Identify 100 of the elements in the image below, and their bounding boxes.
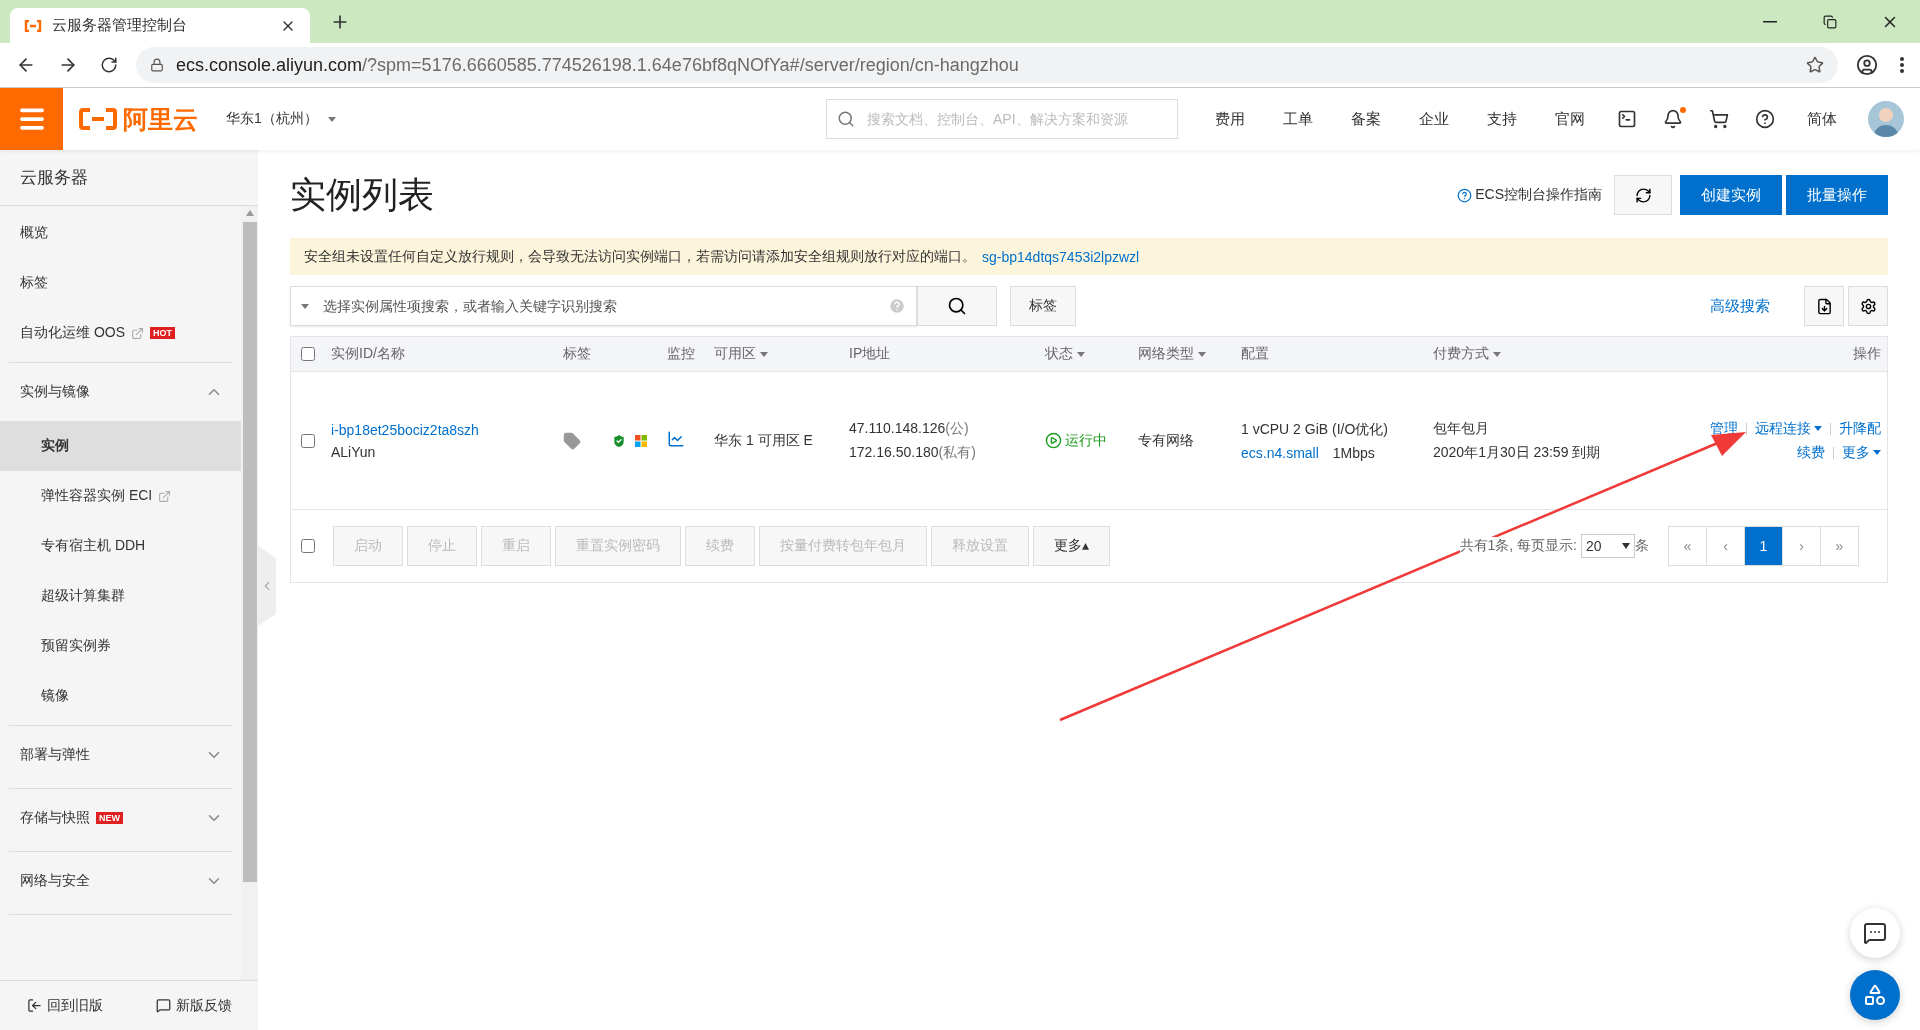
- chat-button[interactable]: [1850, 908, 1900, 958]
- next-page-button[interactable]: ›: [1782, 526, 1821, 566]
- sidebar-group[interactable]: 部署与弹性: [0, 726, 241, 784]
- return-icon: [26, 998, 42, 1013]
- bell-icon: [1663, 109, 1683, 129]
- menu-dots-icon: [1900, 57, 1904, 73]
- column-header: 实例ID/名称: [331, 345, 406, 363]
- user-avatar[interactable]: [1868, 101, 1904, 137]
- lock-icon: [150, 58, 164, 72]
- page-button[interactable]: 1: [1744, 526, 1783, 566]
- menu-button[interactable]: [0, 88, 63, 150]
- top-nav-link[interactable]: 费用: [1196, 109, 1264, 129]
- column-header[interactable]: 可用区: [714, 345, 849, 363]
- running-status: 运行中: [1045, 431, 1138, 450]
- primary-button[interactable]: 创建实例: [1680, 175, 1782, 215]
- export-button[interactable]: [1804, 286, 1844, 326]
- primary-button[interactable]: 批量操作: [1786, 175, 1888, 215]
- guide-link[interactable]: ECS控制台操作指南: [1457, 186, 1602, 204]
- search-icon: [837, 110, 855, 128]
- row-checkbox[interactable]: [301, 433, 315, 448]
- instance-type-link[interactable]: ecs.n4.small: [1241, 444, 1319, 461]
- advanced-search-link[interactable]: 高级搜索: [1710, 296, 1770, 316]
- play-circle-icon: [1045, 432, 1062, 449]
- minimize-icon: [1763, 20, 1777, 23]
- sidebar-item[interactable]: 概览: [0, 208, 241, 258]
- sort-caret-icon[interactable]: [1198, 351, 1206, 357]
- scroll-up-icon[interactable]: [245, 210, 254, 216]
- column-header: 标签: [563, 345, 592, 363]
- action-link[interactable]: 远程连接: [1755, 419, 1822, 438]
- sidebar-item[interactable]: 自动化运维 OOS HOT: [0, 308, 241, 358]
- region-selector[interactable]: 华东1（杭州）: [220, 109, 342, 129]
- sidebar-item[interactable]: 镜像: [0, 671, 241, 721]
- old-version-button[interactable]: 回到旧版: [20, 995, 109, 1016]
- column-header[interactable]: 付费方式: [1433, 345, 1701, 363]
- select-all-checkbox[interactable]: [301, 347, 315, 361]
- refresh-button[interactable]: [1614, 175, 1672, 215]
- caret-icon: [1873, 450, 1881, 455]
- address-bar[interactable]: ecs.console.aliyun.com/?spm=5176.6660585.774526198.1.64e76bf8qNOfYa#/server/region/cn-hangzhou: [136, 47, 1838, 83]
- windows-icon: [635, 434, 647, 447]
- top-nav-link[interactable]: 官网: [1536, 109, 1604, 129]
- tag-button[interactable]: 标签: [1010, 286, 1076, 326]
- dropdown-caret-icon[interactable]: [301, 303, 309, 309]
- terminal-icon: [1617, 109, 1637, 129]
- action-link[interactable]: 管理: [1710, 419, 1738, 438]
- column-header: 操作: [1853, 345, 1881, 363]
- column-header[interactable]: 网络类型: [1138, 345, 1241, 363]
- bulk-action-button[interactable]: 更多▴: [1033, 526, 1111, 566]
- page-size-unit: 条: [1635, 537, 1649, 555]
- message-icon: [155, 998, 171, 1013]
- first-page-button[interactable]: «: [1668, 526, 1707, 566]
- top-nav-link[interactable]: 工单: [1264, 109, 1332, 129]
- public-ip: 47.110.148.126(公): [849, 419, 970, 438]
- sidebar-item[interactable]: 预留实例券: [0, 621, 241, 671]
- column-header[interactable]: 状态: [1045, 345, 1138, 363]
- scrollbar[interactable]: [241, 206, 258, 980]
- search-icon: [947, 296, 967, 316]
- sidebar-item[interactable]: 专有宿主机 DDH: [0, 521, 241, 571]
- hot-badge: HOT: [150, 327, 175, 339]
- instance-search-box[interactable]: 选择实例属性项搜索，或者输入关键字识别搜索: [290, 286, 917, 326]
- help-icon: [1755, 109, 1775, 129]
- sidebar-item[interactable]: 标签: [0, 258, 241, 308]
- top-nav-link[interactable]: 支持: [1468, 109, 1536, 129]
- action-link[interactable]: 续费: [1797, 443, 1825, 462]
- search-button[interactable]: [917, 286, 997, 326]
- console-search-box[interactable]: 搜索文档、控制台、API、解决方案和资源: [826, 99, 1178, 139]
- private-ip: 172.16.50.180(私有): [849, 443, 977, 462]
- bookmark-star-icon[interactable]: [1806, 56, 1824, 74]
- sidebar-group[interactable]: 存储与快照 NEW: [0, 789, 241, 847]
- caret-icon: [1814, 426, 1822, 431]
- sidebar-item[interactable]: 弹性容器实例 ECI: [0, 471, 241, 521]
- top-nav-link[interactable]: 企业: [1400, 109, 1468, 129]
- sort-caret-icon[interactable]: [760, 351, 768, 357]
- tag-icon[interactable]: [563, 431, 581, 450]
- notice-text: 安全组未设置任何自定义放行规则，会导致无法访问实例端口，若需访问请添加安全组规则放行对应的端口。: [304, 247, 976, 266]
- monitor-chart-icon[interactable]: [667, 430, 685, 448]
- action-link[interactable]: 更多: [1842, 443, 1881, 462]
- column-header: IP地址: [849, 345, 892, 363]
- language-link[interactable]: 简体: [1788, 109, 1856, 129]
- sidebar-item[interactable]: 超级计算集群: [0, 571, 241, 621]
- previous-page-button[interactable]: ‹: [1706, 526, 1745, 566]
- last-page-button[interactable]: »: [1820, 526, 1859, 566]
- sidebar-group[interactable]: 实例与镜像: [0, 363, 241, 421]
- footer-checkbox[interactable]: [301, 539, 315, 553]
- network-cell-text: 专有网络: [1138, 431, 1195, 450]
- spec-text: 1 vCPU 2 GiB (I/O优化): [1241, 420, 1390, 439]
- sort-caret-icon[interactable]: [1493, 351, 1501, 357]
- caret-icon: [1622, 543, 1630, 549]
- feedback-button[interactable]: 新版反馈: [149, 995, 238, 1016]
- console-search-field[interactable]: 搜索文档、控制台、API、解决方案和资源: [865, 110, 1167, 128]
- settings-button[interactable]: [1848, 286, 1888, 326]
- security-group-link[interactable]: sg-bp14dtqs7453i2lpzwzl: [982, 248, 1140, 265]
- instance-id-link[interactable]: i-bp18et25bociz2ta8szh: [331, 421, 563, 438]
- action-link[interactable]: 升降配: [1839, 419, 1881, 438]
- sort-caret-icon[interactable]: [1077, 351, 1085, 357]
- apps-button[interactable]: [1850, 970, 1900, 1020]
- page-size-select[interactable]: 20: [1581, 534, 1635, 558]
- browser-tab[interactable]: 云服务器管理控制台: [10, 8, 310, 43]
- sidebar-item[interactable]: 实例: [0, 421, 241, 471]
- top-nav-link[interactable]: 备案: [1332, 109, 1400, 129]
- sidebar-group[interactable]: 网络与安全: [0, 852, 241, 910]
